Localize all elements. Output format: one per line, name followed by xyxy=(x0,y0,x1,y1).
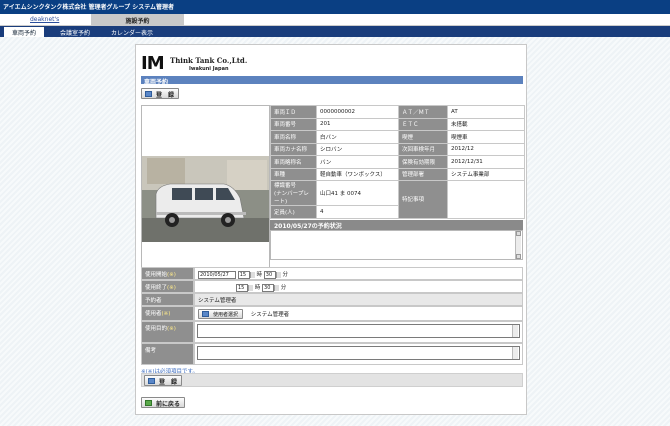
info-value: 0000000002 xyxy=(316,105,399,119)
info-value: AT xyxy=(447,105,525,119)
bottom-button-bar: 登 録 xyxy=(141,373,523,387)
end-field: 15 時 30 分 xyxy=(194,280,523,293)
info-row: 車両略称名 バン 保険有効期限 2012/12/31 xyxy=(270,155,525,169)
facility-booking-tab[interactable]: 施設予約 xyxy=(91,14,184,26)
info-key: 次回車検年月 xyxy=(398,142,448,156)
back-arrow-icon xyxy=(145,400,152,406)
info-key: ＥＴＣ xyxy=(398,117,448,131)
info-value: 喫煙車 xyxy=(447,130,525,144)
info-row: 車種 軽自動車（ワンボックス） 管理部署 システム事業部 xyxy=(270,167,525,181)
info-key: 車両カナ名称 xyxy=(270,142,317,156)
booker-label: 予約者 xyxy=(141,293,194,306)
info-key: 特記事項 xyxy=(398,180,448,219)
logo-company: Think Tank Co.,Ltd. xyxy=(170,56,248,65)
purpose-label: 使用目的(※) xyxy=(141,321,194,343)
chevron-down-icon[interactable] xyxy=(275,271,281,278)
purpose-textarea[interactable] xyxy=(197,324,520,338)
info-key: 喫煙 xyxy=(398,130,448,144)
chevron-down-icon[interactable] xyxy=(248,284,253,291)
info-row: 車両カナ名称 シロバン 次回車検年月 2012/12 xyxy=(270,142,525,156)
info-value: シロバン xyxy=(316,142,399,156)
save-icon xyxy=(148,378,155,384)
info-value: 2012/12 xyxy=(447,142,525,156)
app-title: アイエムシンクタンク株式会社 管理者グループ システム管理者 xyxy=(3,4,175,11)
tab-meeting-room-booking[interactable]: 会議室予約 xyxy=(52,27,98,37)
deaknet-link[interactable]: deaknet's xyxy=(30,16,59,23)
remarks-scrollbar[interactable] xyxy=(512,347,518,359)
select-user-button[interactable]: 使用者選択 xyxy=(198,309,244,319)
app-title-bar: アイエムシンクタンク株式会社 管理者グループ システム管理者 xyxy=(0,0,670,14)
info-key: 車両番号 xyxy=(270,117,317,131)
remarks-label: 備考 xyxy=(141,343,194,365)
booking-panel: IM Think Tank Co.,Ltd. Iwakuni Japan 車両予… xyxy=(135,44,527,415)
start-field: 2010/05/27 15 時 30 分 xyxy=(194,267,523,280)
info-value: 2012/12/31 xyxy=(447,155,525,169)
company-logo: IM Think Tank Co.,Ltd. Iwakuni Japan xyxy=(141,52,251,74)
booker-value: システム管理者 xyxy=(194,293,523,306)
end-minute-select[interactable]: 30 xyxy=(262,283,275,292)
remarks-textarea[interactable] xyxy=(197,346,520,360)
chevron-down-icon[interactable] xyxy=(274,284,280,291)
user-label: 使用者(※) xyxy=(141,306,194,321)
end-hour-select[interactable]: 15 xyxy=(236,283,248,292)
info-key: 車両略称名 xyxy=(270,155,317,169)
status-box xyxy=(270,230,523,260)
info-value xyxy=(447,180,525,219)
info-key: 標識番号 (ナンバープレート) xyxy=(270,180,317,206)
info-value: 白バン xyxy=(316,130,399,144)
start-minute-select[interactable]: 30 xyxy=(263,270,276,279)
tab-calendar-view[interactable]: カレンダー表示 xyxy=(103,27,161,37)
register-button-bottom[interactable]: 登 録 xyxy=(144,375,183,386)
purpose-scrollbar[interactable] xyxy=(512,325,518,337)
info-key: 管理部署 xyxy=(398,167,448,181)
chevron-down-icon[interactable] xyxy=(249,271,255,278)
info-row: 車両番号 201 ＥＴＣ 未搭載 xyxy=(270,117,525,131)
status-scrollbar[interactable] xyxy=(515,231,521,259)
info-key: 定員(人) xyxy=(270,205,317,219)
logo-mark: IM xyxy=(141,53,165,74)
section-title: 車両予約 xyxy=(141,76,523,86)
tab-vehicle-booking[interactable]: 車両予約 xyxy=(4,27,45,37)
purpose-field xyxy=(194,321,523,343)
info-value: バン xyxy=(316,155,399,169)
info-key: 保険有効期限 xyxy=(398,155,448,169)
register-button-top[interactable]: 登 録 xyxy=(141,88,180,99)
info-key: ＡＴ／ＭＴ xyxy=(398,105,448,119)
tab-bar: 車両予約 会議室予約 カレンダー表示 xyxy=(0,26,670,37)
start-label: 使用開始(※) xyxy=(141,267,194,280)
info-value: 山口41 ま 0074 xyxy=(316,180,399,206)
save-icon xyxy=(145,91,152,97)
info-key: 車両ＩＤ xyxy=(270,105,317,119)
info-value: 4 xyxy=(316,205,399,219)
vehicle-info-table: 車両ＩＤ 0000000002 ＡＴ／ＭＴ AT 車両番号 201 ＥＴＣ 未搭載 車両名称 白バ… xyxy=(270,105,525,219)
end-label: 使用終了(※) xyxy=(141,280,194,293)
start-date-input[interactable]: 2010/05/27 xyxy=(198,270,236,279)
logo-sub: Iwakuni Japan xyxy=(189,66,229,72)
info-row: 車両名称 白バン 喫煙 喫煙車 xyxy=(270,130,525,144)
info-key: 車種 xyxy=(270,167,317,181)
status-title: 2010/05/27の予約状況 xyxy=(270,220,523,230)
scroll-up-icon[interactable] xyxy=(516,231,521,236)
start-hour-select[interactable]: 15 xyxy=(237,270,250,279)
scroll-down-icon[interactable] xyxy=(516,254,521,259)
info-value: 未搭載 xyxy=(447,117,525,131)
info-key: 車両名称 xyxy=(270,130,317,144)
van-image xyxy=(142,156,269,242)
info-row: 車両ＩＤ 0000000002 ＡＴ／ＭＴ AT xyxy=(270,105,525,119)
back-button[interactable]: 前に戻る xyxy=(141,397,186,408)
info-value: システム事業部 xyxy=(447,167,525,181)
info-value: 軽自動車（ワンボックス） xyxy=(316,167,399,181)
user-icon xyxy=(202,311,209,317)
user-value: システム管理者 xyxy=(250,312,290,318)
info-value: 201 xyxy=(316,117,399,131)
info-row: 標識番号 (ナンバープレート) 山口41 ま 0074 特記事項 xyxy=(270,180,525,219)
top-nav: deaknet's 施設予約 xyxy=(0,14,670,26)
user-field: 使用者選択 システム管理者 xyxy=(194,306,523,321)
remarks-field xyxy=(194,343,523,365)
